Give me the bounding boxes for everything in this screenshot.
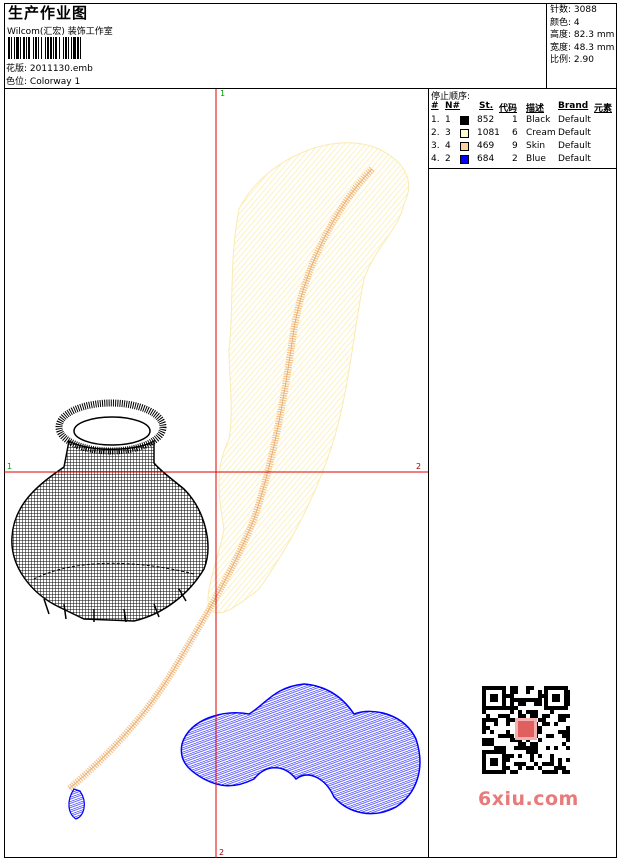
stat-scale: 比例: 2.90 — [550, 54, 617, 67]
row-desc: Cream — [526, 128, 556, 138]
row-code: 9 — [512, 141, 518, 151]
feather-vane — [207, 142, 410, 614]
row-n: 3 — [445, 128, 451, 138]
row-brand: Default — [558, 141, 591, 151]
row-brand: Default — [558, 154, 591, 164]
stat-value: 82.3 mm — [573, 30, 615, 41]
axis-label-top: 1 — [220, 89, 226, 98]
col-header-element: 元素 — [594, 104, 613, 114]
color-swatch — [460, 155, 469, 164]
col-header-desc: 描述 — [526, 104, 545, 114]
axis-label-left: 1 — [7, 462, 13, 471]
barcode-bar — [81, 37, 83, 59]
color-swatch — [460, 129, 469, 138]
axis-label-right: 2 — [416, 462, 422, 471]
axis-label-bottom: 2 — [219, 848, 225, 857]
row-code: 1 — [512, 115, 518, 125]
row-brand: Default — [558, 115, 591, 125]
puddle-shape — [180, 683, 421, 815]
stat-value: 3088 — [573, 5, 597, 15]
col-header-n: N# — [445, 101, 461, 111]
stat-label: 颜色: — [550, 17, 572, 28]
stop-row[interactable]: 2. 3 1081 6 Cream Default — [429, 128, 617, 141]
stat-value: 48.3 mm — [573, 42, 615, 53]
col-header-st: St. — [479, 101, 494, 111]
row-num: 1. — [431, 115, 440, 125]
stat-value: 2.90 — [573, 55, 594, 66]
pot-opening — [73, 416, 151, 446]
stop-row[interactable]: 1. 1 852 1 Black Default — [429, 115, 617, 128]
colorway-line: 色位: Colorway 1 — [6, 76, 93, 89]
ink-drop — [68, 788, 85, 820]
pot-body — [11, 439, 209, 622]
stat-label: 宽度: — [550, 42, 572, 53]
ink-puddle-blue — [68, 683, 421, 820]
header: 生产作业图 Wilcom(汇宏) 装饰工作室 花版: 2011130.emb 色… — [4, 3, 617, 89]
stat-label: 比例: — [550, 55, 572, 66]
design-line: 花版: 2011130.emb — [6, 63, 93, 76]
stat-colors: 颜色: 4 — [550, 17, 617, 30]
row-brand: Default — [558, 128, 591, 138]
colorway-label: 色位: — [6, 77, 28, 87]
header-info: 生产作业图 Wilcom(汇宏) 装饰工作室 花版: 2011130.emb 色… — [4, 3, 546, 88]
stat-label: 高度: — [550, 30, 572, 41]
page-title: 生产作业图 — [8, 4, 89, 22]
feather-cream — [207, 142, 410, 614]
row-n: 2 — [445, 154, 451, 164]
stat-width: 宽度: 48.3 mm — [550, 42, 617, 55]
watermark-text: 6xiu.com — [478, 788, 579, 810]
row-stitches: 1081 — [477, 128, 500, 138]
row-stitches: 684 — [477, 154, 495, 164]
colorway-value: Colorway 1 — [29, 77, 81, 87]
row-stitches: 852 — [477, 115, 495, 125]
row-num: 3. — [431, 141, 440, 151]
stop-row[interactable]: 3. 4 469 9 Skin Default — [429, 141, 617, 154]
col-header-brand: Brand — [558, 101, 589, 111]
row-num: 2. — [431, 128, 440, 138]
qr-icon — [480, 684, 574, 778]
col-header-num: # — [431, 101, 439, 111]
row-desc: Black — [526, 115, 551, 125]
embroidery-canvas: 1 1 2 2 — [4, 89, 429, 858]
row-code: 2 — [512, 154, 518, 164]
color-swatch — [460, 142, 469, 151]
studio-name: Wilcom(汇宏) 装饰工作室 — [7, 27, 113, 37]
stat-height: 高度: 82.3 mm — [550, 29, 617, 42]
row-n: 4 — [445, 141, 451, 151]
embroidery-drawing — [4, 89, 428, 858]
barcode — [8, 37, 120, 59]
stop-row[interactable]: 4. 2 684 2 Blue Default — [429, 154, 617, 167]
stat-value: 4 — [573, 17, 580, 28]
stop-sequence-panel: 停止顺序: # N# St. 代码 描述 Brand 元素 1. 1 852 1 Bla… — [429, 89, 617, 169]
row-stitches: 469 — [477, 141, 495, 151]
row-n: 1 — [445, 115, 451, 125]
color-swatch — [460, 116, 469, 125]
stat-stitches: 针数: 3088 — [550, 4, 617, 17]
design-label: 花版: — [6, 64, 28, 74]
row-code: 6 — [512, 128, 518, 138]
stat-label: 针数: — [550, 5, 572, 15]
stats-panel: 针数: 3088 颜色: 4 高度: 82.3 mm 宽度: 48.3 mm 比… — [546, 3, 617, 88]
row-desc: Skin — [526, 141, 546, 151]
col-header-code: 代码 — [499, 104, 518, 114]
row-desc: Blue — [526, 154, 546, 164]
design-info: 花版: 2011130.emb 色位: Colorway 1 — [6, 63, 93, 89]
ink-pot-black — [11, 399, 209, 623]
row-num: 4. — [431, 154, 440, 164]
design-value: 2011130.emb — [29, 64, 93, 74]
